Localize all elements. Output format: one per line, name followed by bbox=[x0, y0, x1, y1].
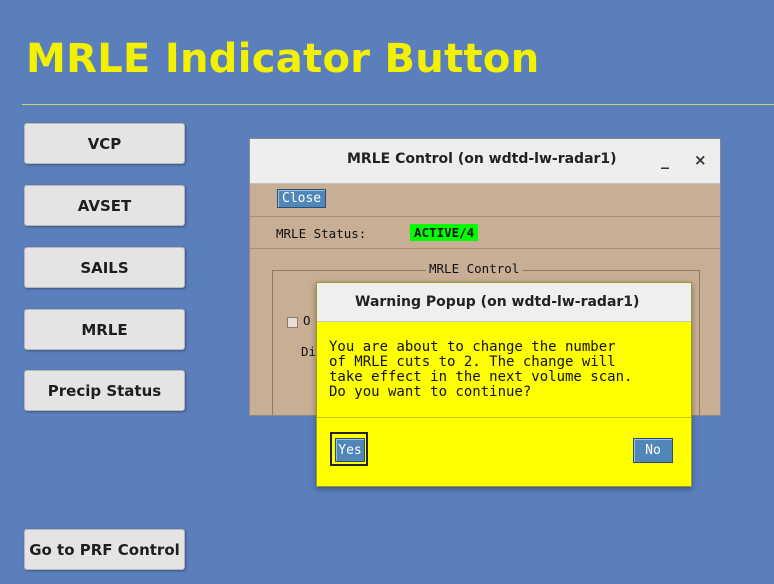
vcp-button[interactable]: VCP bbox=[24, 123, 185, 164]
warning-popup-title: Warning Popup (on wdtd-lw-radar1) bbox=[355, 294, 640, 310]
checkbox-label: O bbox=[303, 313, 311, 328]
avset-button[interactable]: AVSET bbox=[24, 185, 185, 226]
mrle-window-title: MRLE Control (on wdtd-lw-radar1) bbox=[347, 151, 617, 167]
divider bbox=[250, 216, 720, 217]
mrle-control-group-label: MRLE Control bbox=[426, 261, 523, 276]
no-button[interactable]: No bbox=[633, 438, 673, 463]
minimize-icon[interactable]: _ bbox=[661, 150, 669, 169]
divider bbox=[250, 248, 720, 249]
mrle-checkbox[interactable] bbox=[287, 317, 298, 328]
page-title: MRLE Indicator Button bbox=[26, 36, 540, 82]
precip-status-button[interactable]: Precip Status bbox=[24, 370, 185, 411]
close-icon[interactable]: × bbox=[694, 151, 707, 169]
sails-button[interactable]: SAILS bbox=[24, 247, 185, 288]
warning-popup-titlebar[interactable]: Warning Popup (on wdtd-lw-radar1) bbox=[317, 283, 691, 322]
yes-button[interactable]: Yes bbox=[335, 438, 365, 462]
prf-control-button[interactable]: Go to PRF Control bbox=[24, 529, 185, 570]
divider bbox=[317, 417, 691, 418]
warning-popup: Warning Popup (on wdtd-lw-radar1) You ar… bbox=[316, 282, 692, 487]
mrle-button[interactable]: MRLE bbox=[24, 309, 185, 350]
yes-button-focus-ring: Yes bbox=[330, 432, 368, 466]
warning-message: You are about to change the number of MR… bbox=[329, 339, 633, 400]
title-divider bbox=[22, 104, 774, 105]
mrle-status-badge: ACTIVE/4 bbox=[410, 224, 479, 241]
close-button[interactable]: Close bbox=[277, 189, 327, 208]
partial-label: Di bbox=[301, 344, 317, 359]
mrle-status-label: MRLE Status: bbox=[276, 226, 367, 241]
mrle-window-titlebar[interactable]: MRLE Control (on wdtd-lw-radar1) _ × bbox=[250, 139, 720, 184]
